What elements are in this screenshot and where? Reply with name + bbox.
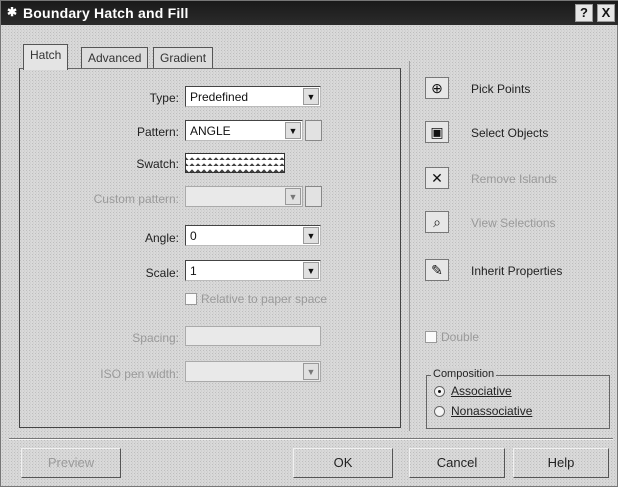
associative-label[interactable]: Associative <box>451 384 512 398</box>
tab-hatch[interactable]: Hatch <box>23 44 69 70</box>
divider <box>409 61 410 431</box>
inherit-properties-label[interactable]: Inherit Properties <box>471 264 562 278</box>
pattern-combo[interactable]: ANGLE ▼ <box>185 120 303 141</box>
custom-pattern-label: Custom pattern: <box>93 192 179 206</box>
composition-title: Composition <box>431 368 497 380</box>
chevron-down-icon[interactable]: ▼ <box>303 262 319 279</box>
angle-combo[interactable]: 0 ▼ <box>185 225 321 246</box>
pattern-browse-button[interactable] <box>305 120 322 141</box>
select-objects-icon[interactable]: ▣ <box>425 121 449 143</box>
pick-points-label[interactable]: Pick Points <box>471 82 530 96</box>
nonassociative-radio[interactable] <box>434 406 445 417</box>
angle-value: 0 <box>190 229 197 243</box>
tab-gradient[interactable]: Gradient <box>153 47 214 69</box>
relative-paper-checkbox[interactable] <box>185 293 197 305</box>
dialog-title: Boundary Hatch and Fill <box>23 5 189 21</box>
select-objects-label[interactable]: Select Objects <box>471 126 548 140</box>
view-selections-icon[interactable]: ⌕ <box>425 211 449 233</box>
preview-button[interactable]: Preview <box>21 448 121 478</box>
custom-pattern-combo[interactable]: ▼ <box>185 186 303 207</box>
type-label: Type: <box>149 91 179 105</box>
pick-points-icon[interactable]: ⊕ <box>425 77 449 99</box>
scale-label: Scale: <box>145 266 179 280</box>
nonassociative-label[interactable]: Nonassociative <box>451 404 532 418</box>
chevron-down-icon[interactable]: ▼ <box>303 88 319 105</box>
boundary-hatch-dialog: ✱ Boundary Hatch and Fill ? X Hatch Adva… <box>0 0 618 487</box>
app-icon: ✱ <box>7 5 18 19</box>
pattern-value: ANGLE <box>190 124 231 138</box>
associative-radio[interactable] <box>434 386 445 397</box>
custom-pattern-browse-button[interactable] <box>305 186 322 207</box>
close-button[interactable]: X <box>597 4 615 22</box>
iso-pen-combo[interactable]: ▼ <box>185 361 321 382</box>
remove-islands-label[interactable]: Remove Islands <box>471 172 557 186</box>
chevron-down-icon[interactable]: ▼ <box>303 227 319 244</box>
iso-pen-label: ISO pen width: <box>100 367 179 381</box>
scale-combo[interactable]: 1 ▼ <box>185 260 321 281</box>
type-value: Predefined <box>190 90 249 104</box>
help-button[interactable]: Help <box>513 448 609 478</box>
type-combo[interactable]: Predefined ▼ <box>185 86 321 107</box>
chevron-down-icon[interactable]: ▼ <box>285 188 301 205</box>
spacing-field[interactable] <box>185 326 321 346</box>
scale-value: 1 <box>190 264 197 278</box>
double-label: Double <box>441 330 480 344</box>
swatch-preview[interactable] <box>185 153 285 173</box>
pattern-label: Pattern: <box>136 125 179 139</box>
help-title-button[interactable]: ? <box>575 4 593 22</box>
chevron-down-icon[interactable]: ▼ <box>303 363 319 380</box>
view-selections-label[interactable]: View Selections <box>471 216 556 230</box>
ok-button[interactable]: OK <box>293 448 393 478</box>
bottom-separator <box>9 438 613 440</box>
swatch-label: Swatch: <box>136 157 179 171</box>
spacing-label: Spacing: <box>132 331 179 345</box>
title-bar: ✱ Boundary Hatch and Fill ? X <box>1 1 618 25</box>
angle-label: Angle: <box>144 231 179 245</box>
inherit-properties-icon[interactable]: ✎ <box>425 259 449 281</box>
tab-advanced[interactable]: Advanced <box>81 47 149 69</box>
remove-islands-icon[interactable]: ✕ <box>425 167 449 189</box>
chevron-down-icon[interactable]: ▼ <box>285 122 301 139</box>
relative-paper-label: Relative to paper space <box>201 292 328 306</box>
cancel-button[interactable]: Cancel <box>409 448 505 478</box>
double-checkbox[interactable] <box>425 331 437 343</box>
